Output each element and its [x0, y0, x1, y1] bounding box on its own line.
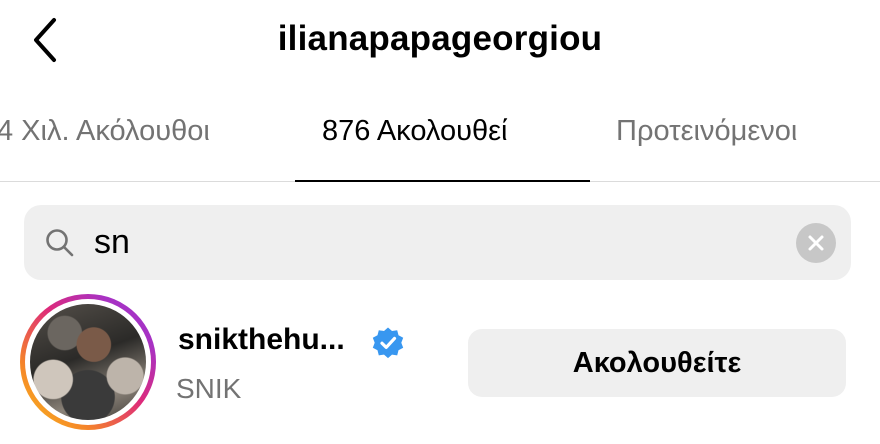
search-bar[interactable] [24, 205, 851, 280]
header-bar: ilianapapageorgiou [0, 0, 880, 90]
active-tab-indicator [295, 180, 590, 182]
page-title: ilianapapageorgiou [277, 19, 603, 58]
tab-bar: 4 Χιλ. Ακόλουθοι 876 Ακολουθεί Προτεινόμ… [0, 95, 880, 182]
search-input[interactable] [94, 217, 794, 267]
list-item[interactable]: snikthehu... SNIK Ακολουθείτε [0, 292, 880, 444]
tab-followers[interactable]: 4 Χιλ. Ακόλουθοι [0, 111, 210, 151]
verified-badge-icon [371, 326, 405, 360]
clear-search-button[interactable] [796, 223, 836, 263]
avatar[interactable] [20, 294, 156, 430]
search-icon [44, 227, 76, 259]
tab-suggested[interactable]: Προτεινόμενοι [616, 111, 797, 151]
avatar-image [30, 304, 146, 420]
username[interactable]: snikthehu... [178, 320, 345, 360]
following-button[interactable]: Ακολουθείτε [468, 329, 846, 397]
full-name: SNIK [176, 373, 242, 404]
tab-following[interactable]: 876 Ακολουθεί [322, 111, 507, 151]
